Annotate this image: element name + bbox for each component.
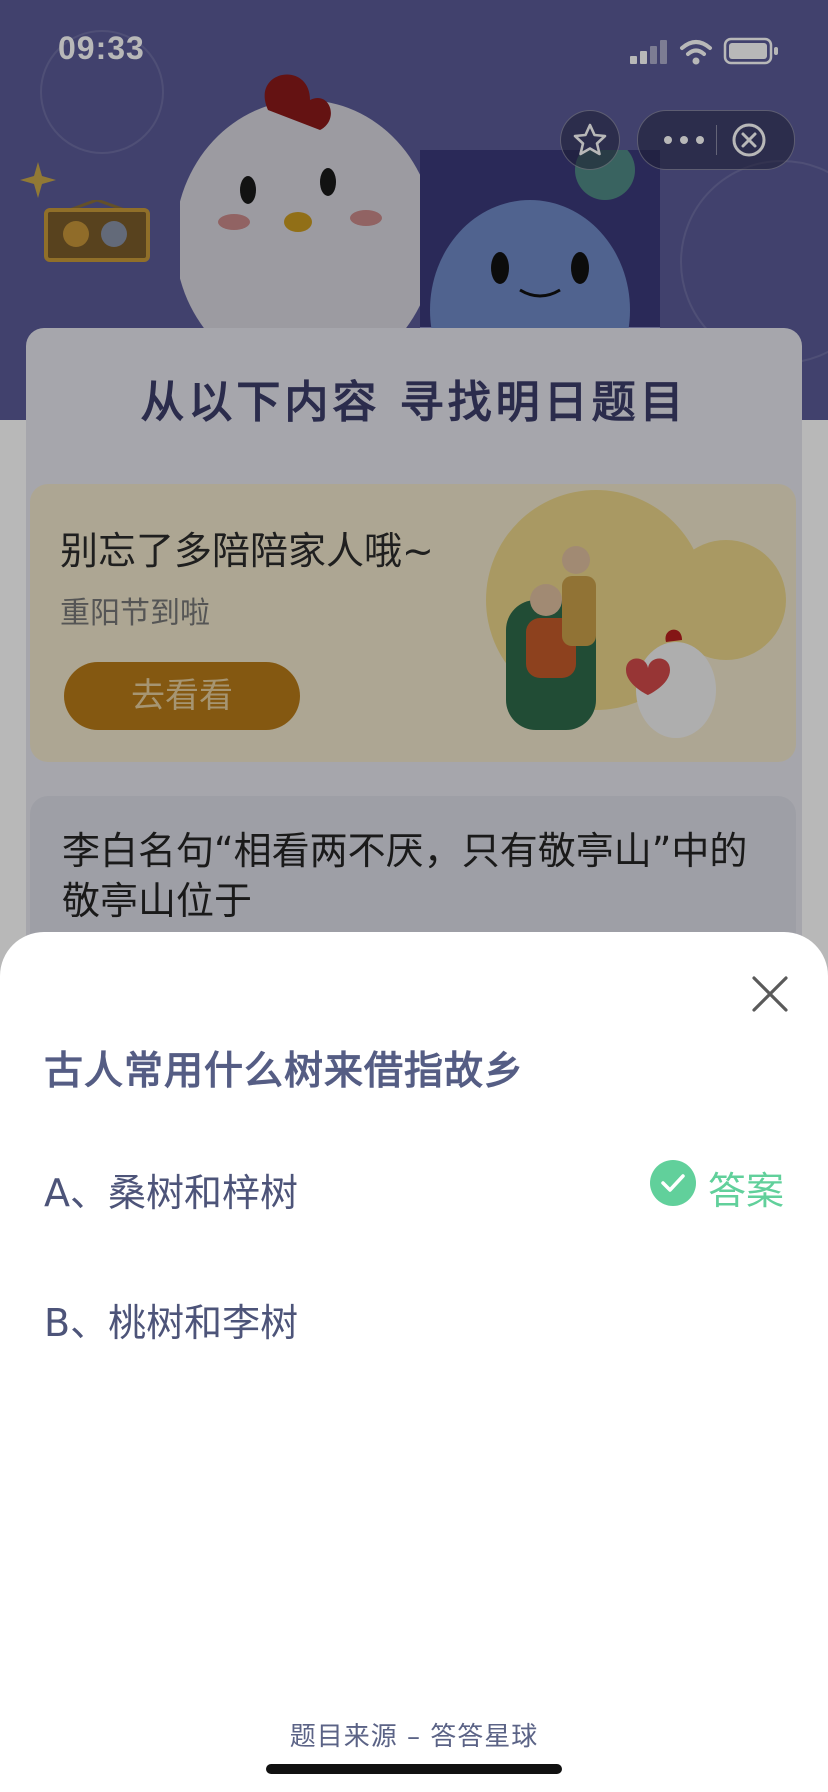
answer-sheet: 古人常用什么树来借指故乡 A、桑树和梓树 答案 B、桃树和李树 (0, 932, 828, 1792)
source-footer: 题目来源 – 答答星球 (289, 1722, 539, 1752)
answer-label: 答案 (707, 1169, 784, 1213)
option-b-label: B、桃树和李树 (44, 1301, 299, 1345)
option-b[interactable]: B、桃树和李树 (44, 1284, 784, 1345)
close-icon[interactable] (746, 970, 794, 1018)
home-indicator[interactable] (266, 1764, 562, 1774)
check-icon (650, 1160, 696, 1206)
question-title: 古人常用什么树来借指故乡 (44, 1049, 525, 1094)
option-a-label: A、桑树和梓树 (44, 1171, 298, 1215)
option-a[interactable]: A、桑树和梓树 答案 (44, 1154, 784, 1215)
